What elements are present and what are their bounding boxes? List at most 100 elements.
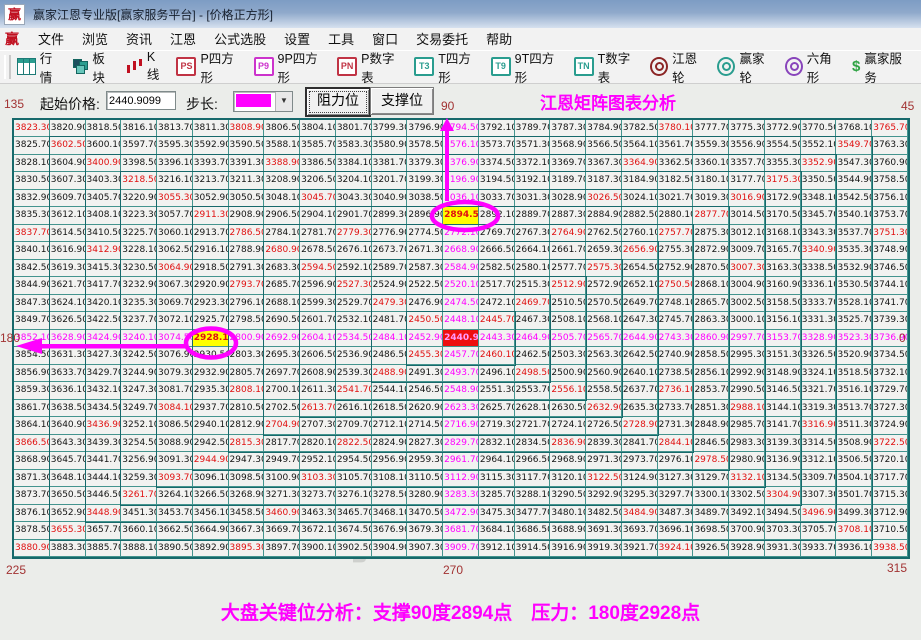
grid-cell[interactable]: 3626.50 (49, 312, 86, 330)
grid-cell[interactable]: 3638.50 (49, 399, 86, 418)
grid-cell[interactable]: 2536.90 (335, 347, 372, 365)
grid-cell[interactable]: 3876.10 (14, 504, 50, 523)
grid-cell[interactable]: 2642.50 (621, 347, 658, 365)
grid-cell[interactable]: 3273.70 (300, 487, 336, 505)
grid-cell[interactable]: 3081.70 (157, 382, 193, 400)
toolbar-item-sectors[interactable]: 板块 (73, 48, 116, 86)
grid-cell[interactable]: 3458.50 (228, 504, 265, 523)
grid-cell[interactable]: 3228.10 (121, 242, 158, 260)
support-button[interactable]: 支撑位 (370, 87, 434, 115)
grid-cell[interactable]: 2575.30 (586, 259, 622, 278)
grid-cell[interactable]: 3780.10 (657, 120, 694, 138)
grid-cell[interactable]: 3153.70 (764, 329, 801, 348)
grid-cell[interactable]: 3592.90 (192, 137, 229, 155)
grid-cell[interactable]: 3861.70 (14, 399, 50, 418)
grid-cell[interactable]: 2467.30 (514, 312, 551, 330)
grid-cell[interactable]: 3024.10 (621, 189, 658, 208)
grid-cell[interactable]: 3105.70 (335, 469, 372, 488)
grid-cell[interactable]: 3223.30 (121, 207, 158, 225)
grid-cell[interactable]: 3472.90 (443, 504, 479, 523)
grid-cell[interactable]: 2930.50 (192, 347, 229, 365)
grid-cell[interactable]: 3688.90 (550, 522, 587, 540)
grid-cell[interactable]: 3184.90 (621, 172, 658, 190)
grid-cell[interactable]: 3880.90 (14, 539, 50, 557)
grid-cell[interactable]: 2772.10 (443, 224, 479, 243)
grid-cell[interactable]: 3708.10 (836, 522, 873, 540)
grid-cell[interactable]: 3057.70 (157, 207, 193, 225)
grid-cell[interactable]: 2640.10 (621, 364, 658, 383)
grid-cell[interactable]: 3496.90 (800, 504, 837, 523)
grid-cell[interactable]: 2968.90 (550, 452, 587, 470)
grid-cell[interactable]: 3859.30 (14, 382, 50, 400)
grid-cell[interactable]: 3801.70 (335, 120, 372, 138)
grid-cell[interactable]: 2988.10 (729, 399, 765, 418)
grid-cell[interactable]: 3456.10 (192, 504, 229, 523)
grid-cell[interactable]: 3573.70 (478, 137, 515, 155)
grid-cell[interactable]: 2752.90 (657, 259, 694, 278)
grid-cell[interactable]: 3403.30 (85, 172, 122, 190)
grid-cell[interactable]: 2683.30 (264, 259, 301, 278)
grid-cell[interactable]: 3043.30 (335, 189, 372, 208)
grid-cell[interactable]: 3427.30 (85, 347, 122, 365)
grid-cell[interactable]: 3612.10 (49, 207, 86, 225)
grid-cell[interactable]: 3693.70 (621, 522, 658, 540)
grid-cell[interactable]: 2488.90 (371, 364, 408, 383)
grid-cell[interactable]: 2445.70 (478, 312, 515, 330)
menu-item-7[interactable]: 窗口 (363, 30, 407, 49)
grid-cell[interactable]: 2882.50 (621, 207, 658, 225)
grid-cell[interactable]: 3883.30 (49, 539, 86, 557)
grid-cell[interactable]: 3475.30 (478, 504, 515, 523)
grid-cell[interactable]: 2601.70 (300, 312, 336, 330)
toolbar-item-kline[interactable]: K线 (126, 50, 167, 83)
grid-cell[interactable]: 3165.70 (764, 242, 801, 260)
grid-cell[interactable]: 3631.30 (49, 347, 86, 365)
grid-cell[interactable]: 3571.30 (514, 137, 551, 155)
grid-cell[interactable]: 2539.30 (335, 364, 372, 383)
toolbar-item-winner-wheel[interactable]: 赢家轮 (717, 48, 774, 86)
grid-cell[interactable]: 3441.70 (85, 452, 122, 470)
grid-cell[interactable]: 2630.50 (550, 399, 587, 418)
grid-cell[interactable]: 3309.70 (800, 469, 837, 488)
grid-cell[interactable]: 3686.50 (514, 522, 551, 540)
grid-cell[interactable]: 3739.30 (872, 312, 908, 330)
grid-cell[interactable]: 2625.70 (478, 399, 515, 418)
grid-cell[interactable]: 2803.30 (228, 347, 265, 365)
grid-cell[interactable]: 2695.30 (264, 347, 301, 365)
grid-cell[interactable]: 2738.50 (657, 364, 694, 383)
grid-cell[interactable]: 2448.10 (443, 312, 479, 330)
grid-cell[interactable]: 2863.30 (693, 312, 730, 330)
grid-cell[interactable]: 3732.10 (872, 364, 908, 383)
grid-cell[interactable]: 2860.90 (693, 329, 730, 348)
grid-cell[interactable]: 2719.30 (478, 417, 515, 435)
grid-cell[interactable]: 3278.50 (371, 487, 408, 505)
grid-cell[interactable]: 3168.10 (764, 224, 801, 243)
grid-cell[interactable]: 2484.10 (371, 329, 408, 348)
grid-cell[interactable]: 3614.50 (49, 224, 86, 243)
grid-cell[interactable]: 2572.90 (586, 277, 622, 295)
grid-cell[interactable]: 3900.10 (300, 539, 336, 557)
grid-cell[interactable]: 3398.50 (121, 154, 158, 173)
grid-cell[interactable]: 2556.10 (550, 382, 587, 400)
grid-cell[interactable]: 3280.90 (407, 487, 444, 505)
grid-cell[interactable]: 2992.90 (729, 364, 765, 383)
grid-cell[interactable]: 3868.90 (14, 452, 50, 470)
grid-cell[interactable]: 3220.90 (121, 189, 158, 208)
grid-cell[interactable]: 3139.30 (764, 434, 801, 453)
grid-cell[interactable]: 3372.10 (514, 154, 551, 173)
grid-cell[interactable]: 3652.90 (49, 504, 86, 523)
grid-cell[interactable]: 2592.10 (335, 259, 372, 278)
grid-cell[interactable]: 3684.10 (478, 522, 515, 540)
grid-cell[interactable]: 3266.50 (192, 487, 229, 505)
grid-cell[interactable]: 3768.10 (836, 120, 873, 138)
grid-cell[interactable]: 3506.50 (836, 452, 873, 470)
toolbar-item-hexagon[interactable]: 六角形 (784, 48, 842, 86)
grid-cell[interactable]: 3871.30 (14, 469, 50, 488)
grid-cell[interactable]: 2726.50 (586, 417, 622, 435)
grid-cell[interactable]: 2786.50 (228, 224, 265, 243)
grid-cell[interactable]: 3451.30 (121, 504, 158, 523)
grid-cell[interactable]: 3163.30 (764, 259, 801, 278)
grid-cell[interactable]: 3432.10 (85, 382, 122, 400)
title-bar[interactable]: 赢 赢家江恩专业版[赢家服务平台] - [价格正方形] (0, 0, 921, 28)
grid-cell[interactable]: 3062.50 (157, 242, 193, 260)
toolbar-item-9p-square[interactable]: P9 9P四方形 (253, 48, 328, 86)
